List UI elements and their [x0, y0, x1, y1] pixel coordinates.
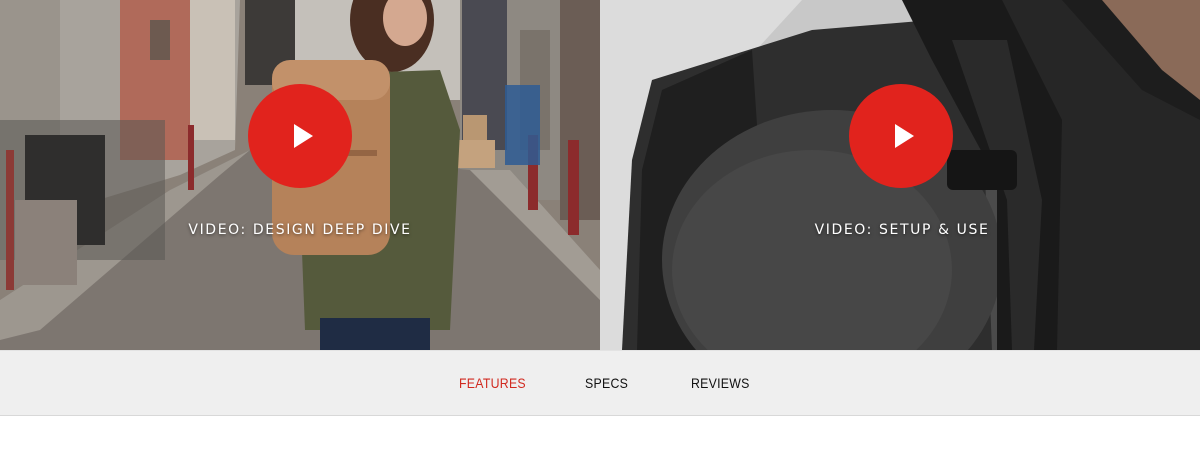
tab-specs[interactable]: SPECS [585, 375, 628, 391]
play-button[interactable] [849, 84, 953, 188]
video-caption[interactable]: VIDEO: DESIGN DEEP DIVE [0, 222, 600, 238]
play-icon [895, 124, 914, 148]
play-button[interactable] [248, 84, 352, 188]
video-panel-setup-and-use[interactable]: VIDEO: SETUP & USE [600, 0, 1200, 350]
video-panel-design-deep-dive[interactable]: VIDEO: DESIGN DEEP DIVE [0, 0, 600, 350]
tab-reviews[interactable]: REVIEWS [691, 375, 750, 391]
tab-features[interactable]: FEATURES [459, 375, 526, 391]
video-gallery: VIDEO: DESIGN DEEP DIVE VIDEO: SETUP & U… [0, 0, 1200, 350]
play-icon [294, 124, 313, 148]
video-caption[interactable]: VIDEO: SETUP & USE [602, 222, 1200, 238]
product-tab-bar: FEATURES SPECS REVIEWS [0, 350, 1200, 416]
